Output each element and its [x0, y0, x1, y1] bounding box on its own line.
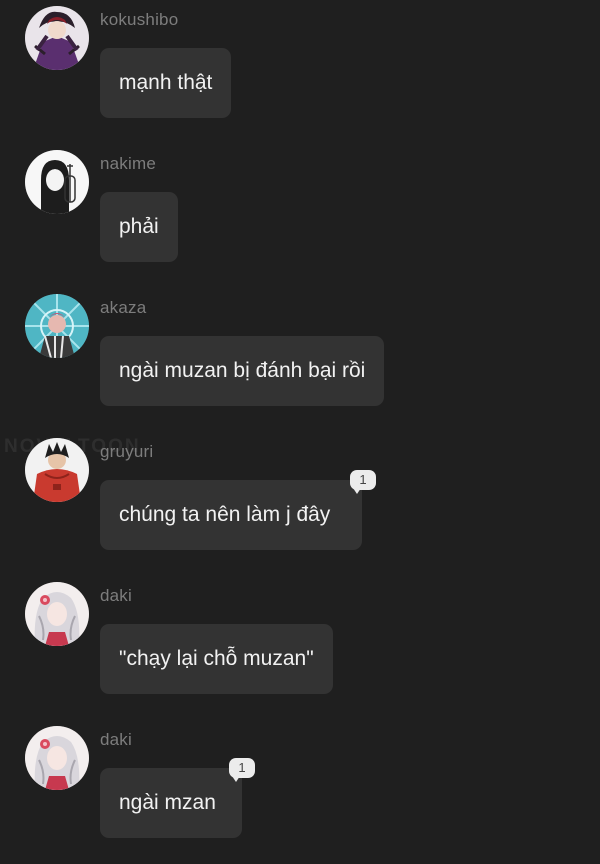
username[interactable]: daki: [100, 730, 132, 750]
username[interactable]: daki: [100, 586, 132, 606]
avatar[interactable]: [25, 582, 89, 646]
message-bubble[interactable]: ngài mzan: [100, 768, 242, 838]
avatar[interactable]: [25, 6, 89, 70]
chat-message: akaza ngài muzan bị đánh bại rồi: [0, 288, 600, 432]
username[interactable]: gruyuri: [100, 442, 153, 462]
chat-message: daki ngài mzan 1: [0, 720, 600, 864]
avatar[interactable]: [25, 294, 89, 358]
chat-thread: NOVELTOON kokushibo mạnh thật: [0, 0, 600, 847]
reaction-badge[interactable]: 1: [229, 758, 255, 782]
username[interactable]: kokushibo: [100, 10, 178, 30]
avatar[interactable]: [25, 726, 89, 790]
avatar[interactable]: [25, 438, 89, 502]
chat-message: gruyuri chúng ta nên làm j đây 1: [0, 432, 600, 576]
message-bubble[interactable]: mạnh thật: [100, 48, 232, 118]
message-bubble[interactable]: phải: [100, 192, 178, 262]
chat-message: kokushibo mạnh thật: [0, 0, 600, 144]
chat-message: daki "chạy lại chỗ muzan": [0, 576, 600, 720]
chat-message: nakime phải: [0, 144, 600, 288]
message-bubble[interactable]: ngài muzan bị đánh bại rồi: [100, 336, 385, 406]
username[interactable]: akaza: [100, 298, 146, 318]
avatar[interactable]: [25, 150, 89, 214]
reaction-badge[interactable]: 1: [350, 470, 376, 494]
message-bubble[interactable]: "chạy lại chỗ muzan": [100, 624, 333, 694]
username[interactable]: nakime: [100, 154, 156, 174]
message-bubble[interactable]: chúng ta nên làm j đây: [100, 480, 362, 550]
